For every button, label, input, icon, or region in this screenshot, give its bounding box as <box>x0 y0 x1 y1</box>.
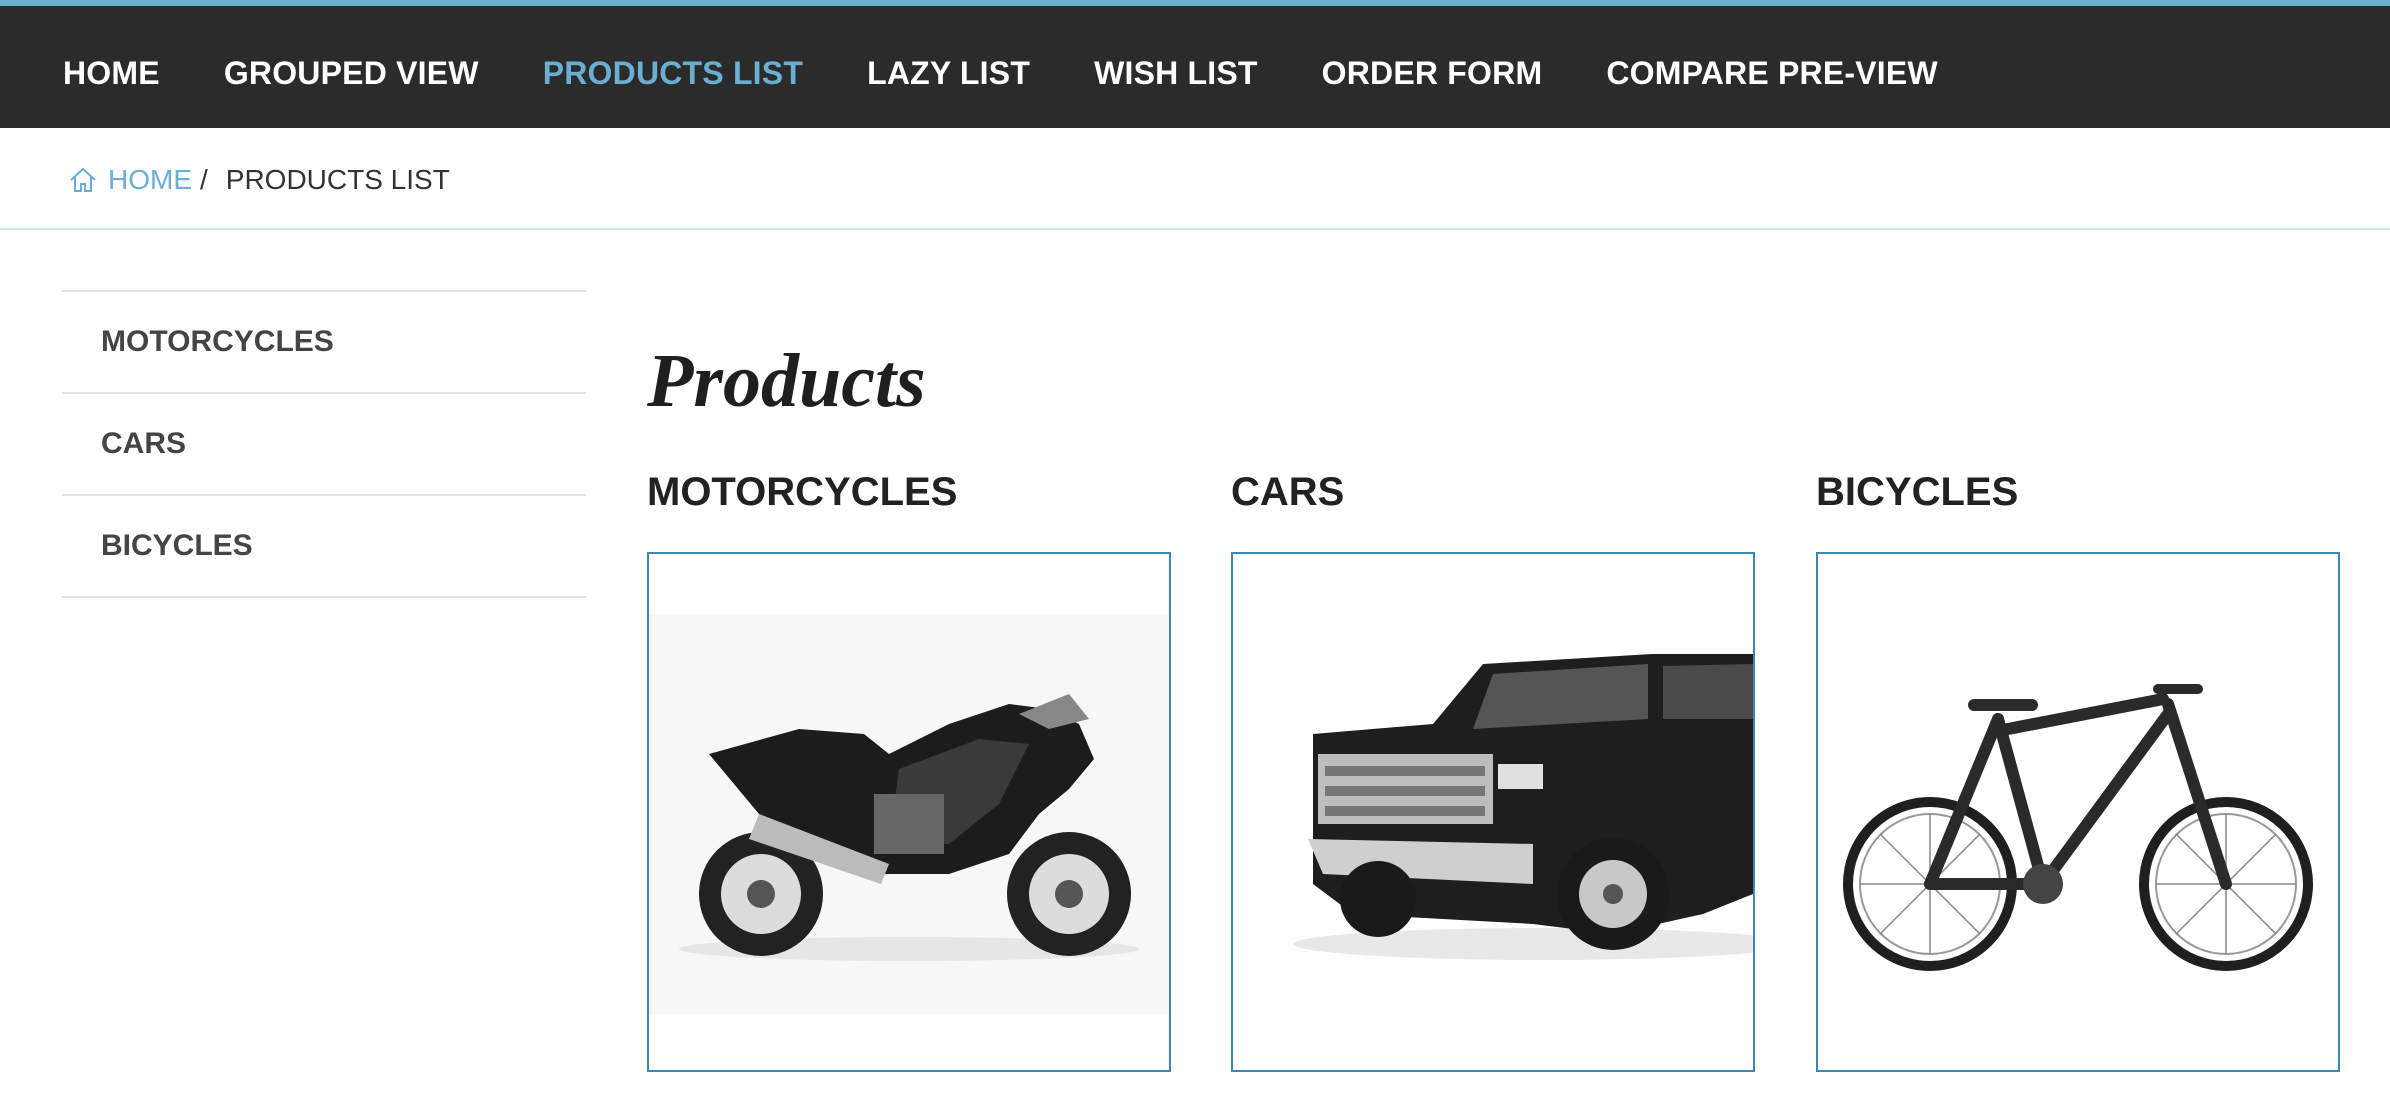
nav-home[interactable]: HOME <box>63 55 160 92</box>
breadcrumb-bar: HOME / PRODUCTS LIST <box>0 128 2390 230</box>
nav-compare-preview[interactable]: COMPARE PRE-VIEW <box>1606 55 1938 92</box>
category-bicycles: BICYCLES <box>1816 470 2340 1072</box>
category-title[interactable]: MOTORCYCLES <box>647 470 1171 532</box>
category-title[interactable]: BICYCLES <box>1816 470 2340 532</box>
nav-products-list[interactable]: PRODUCTS LIST <box>543 55 803 92</box>
sidebar-item-bicycles[interactable]: BICYCLES <box>62 496 586 598</box>
nav-order-form[interactable]: ORDER FORM <box>1322 55 1543 92</box>
motorcycle-illustration <box>649 614 1169 1014</box>
breadcrumb-home-link[interactable]: HOME <box>108 164 192 196</box>
nav-wish-list[interactable]: WISH LIST <box>1094 55 1258 92</box>
nav-lazy-list[interactable]: LAZY LIST <box>867 55 1030 92</box>
home-icon[interactable] <box>68 165 98 195</box>
sidebar-item-cars[interactable]: CARS <box>62 394 586 496</box>
nav-grouped-view[interactable]: GROUPED VIEW <box>224 55 479 92</box>
motorcycle-image[interactable] <box>647 552 1171 1072</box>
pickup-truck-image[interactable] <box>1231 552 1755 1072</box>
category-motorcycles: MOTORCYCLES <box>647 470 1171 1072</box>
page-title: Products <box>647 339 926 423</box>
category-sidebar: MOTORCYCLES CARS BICYCLES <box>62 290 586 598</box>
category-title[interactable]: CARS <box>1231 470 1755 532</box>
mountain-bike-illustration <box>1843 684 2313 971</box>
mountain-bike-image[interactable] <box>1816 552 2340 1072</box>
top-nav-bar: HOME GROUPED VIEW PRODUCTS LIST LAZY LIS… <box>0 0 2390 128</box>
breadcrumb-separator: / <box>200 164 208 195</box>
sidebar-item-motorcycles[interactable]: MOTORCYCLES <box>62 292 586 394</box>
breadcrumb: HOME / PRODUCTS LIST <box>68 160 450 200</box>
breadcrumb-current: PRODUCTS LIST <box>225 164 450 195</box>
category-cars: CARS <box>1231 470 1755 1072</box>
main-nav: HOME GROUPED VIEW PRODUCTS LIST LAZY LIS… <box>63 12 2002 134</box>
pickup-truck-illustration <box>1293 654 1753 960</box>
